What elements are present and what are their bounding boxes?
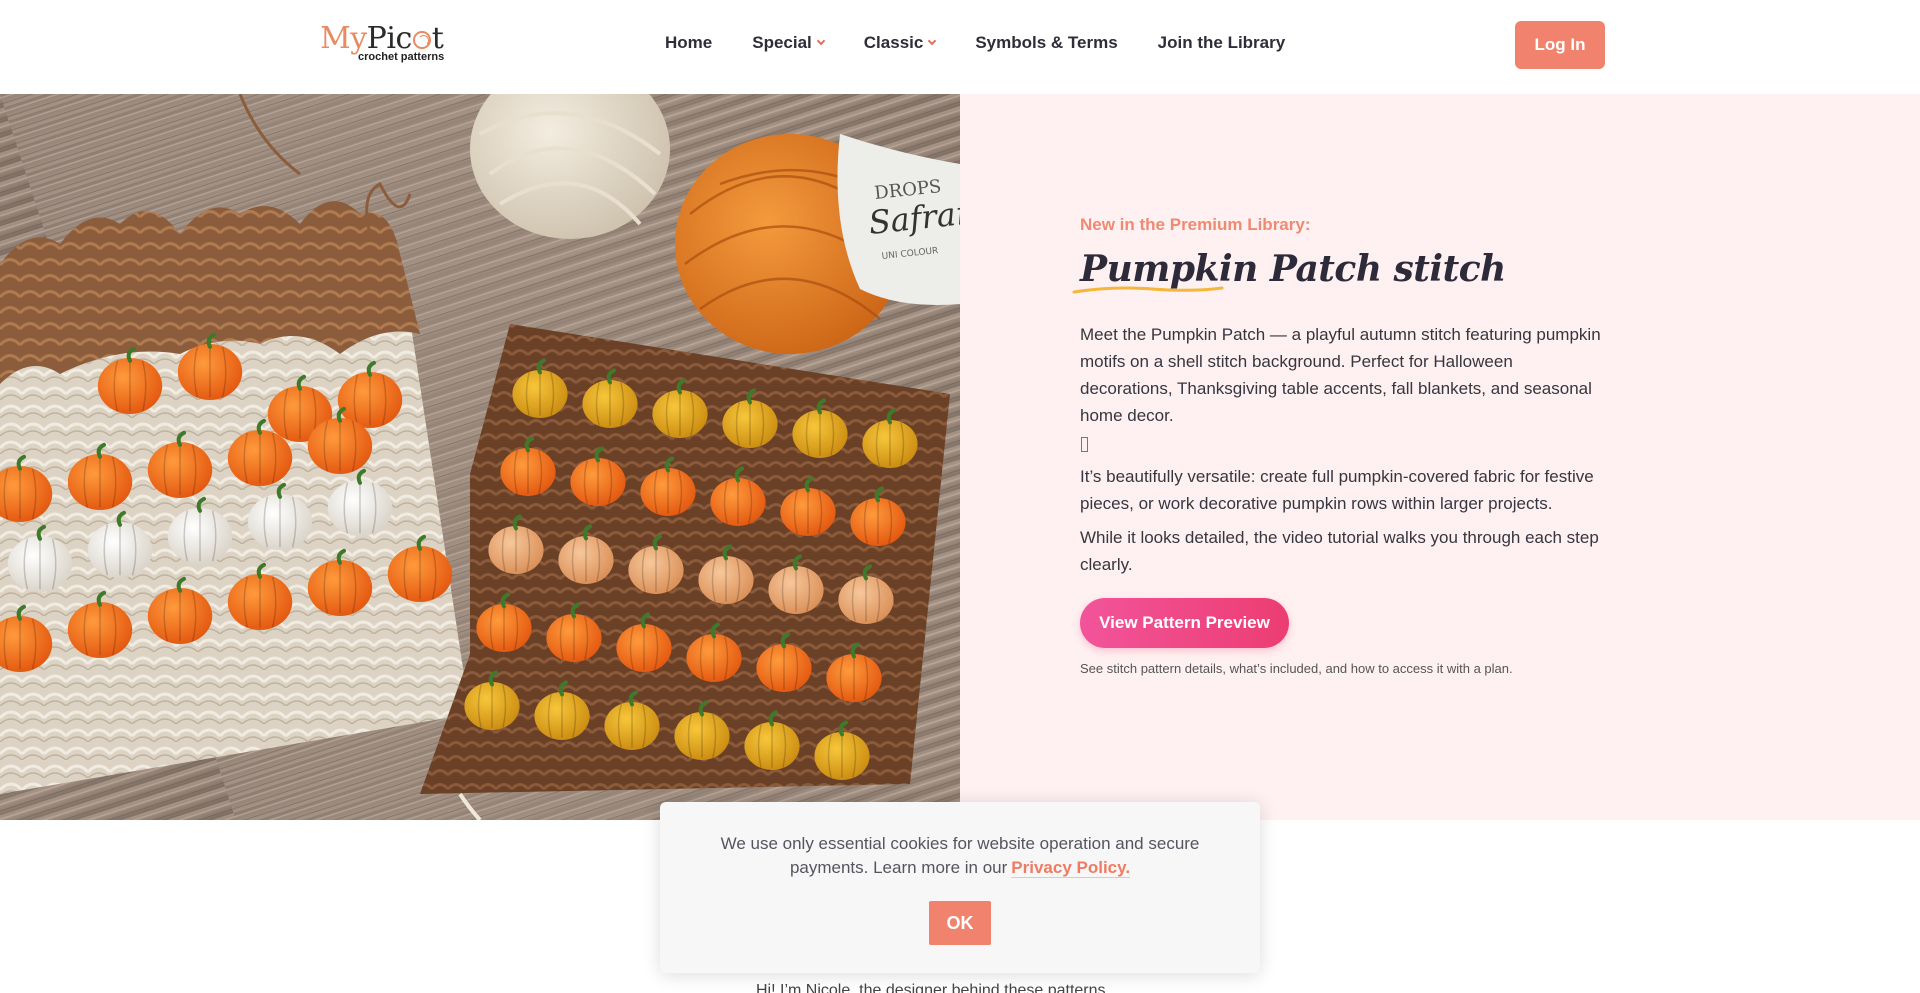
nav-item-home[interactable]: Home: [665, 33, 712, 53]
hero-eyebrow: New in the Premium Library:: [1080, 215, 1311, 234]
view-pattern-preview-button[interactable]: View Pattern Preview: [1080, 598, 1289, 648]
hero-paragraph-3: While it looks detailed, the video tutor…: [1080, 528, 1599, 574]
yarn-ball-icon: [412, 31, 431, 49]
cookie-banner: We use only essential cookies for websit…: [660, 802, 1260, 973]
nav-item-join-library[interactable]: Join the Library: [1158, 33, 1286, 53]
site-logo[interactable]: MyPic t crochet patterns: [320, 22, 445, 66]
main-nav: Home Special Classic Symbols & Terms Joi…: [665, 30, 1285, 56]
cookie-message: We use only essential cookies for websit…: [720, 834, 1200, 878]
hero-paragraph-2: It’s beautifully versatile: create full …: [1080, 467, 1594, 513]
hero-paragraph-1: Meet the Pumpkin Patch — a playful autum…: [1080, 325, 1601, 425]
designer-intro-text: Hi! I’m Nicole, the designer behind thes…: [756, 982, 1106, 993]
chevron-down-icon: [816, 36, 826, 46]
hero-image: DROPS Safran UNI COLOUR: [0, 94, 960, 820]
cookie-ok-button[interactable]: OK: [929, 901, 991, 945]
nav-item-symbols-terms[interactable]: Symbols & Terms: [975, 33, 1117, 53]
nav-item-special[interactable]: Special: [752, 33, 826, 53]
hero-content-panel: [960, 94, 1920, 820]
site-header: MyPic t crochet patterns Home Special Cla…: [0, 0, 1920, 94]
chevron-down-icon: [928, 36, 937, 46]
privacy-policy-link[interactable]: Privacy Policy.: [1011, 858, 1131, 878]
login-button[interactable]: Log In: [1515, 21, 1605, 69]
crochet-photo-illustration: DROPS Safran UNI COLOUR: [0, 94, 960, 820]
logo-tagline: crochet patterns: [358, 51, 445, 63]
title-underline-decoration: [1072, 286, 1224, 294]
missing-glyph-icon: [1081, 437, 1088, 452]
nav-item-classic[interactable]: Classic: [864, 33, 937, 53]
cta-note: See stitch pattern details, what’s inclu…: [1080, 661, 1513, 676]
